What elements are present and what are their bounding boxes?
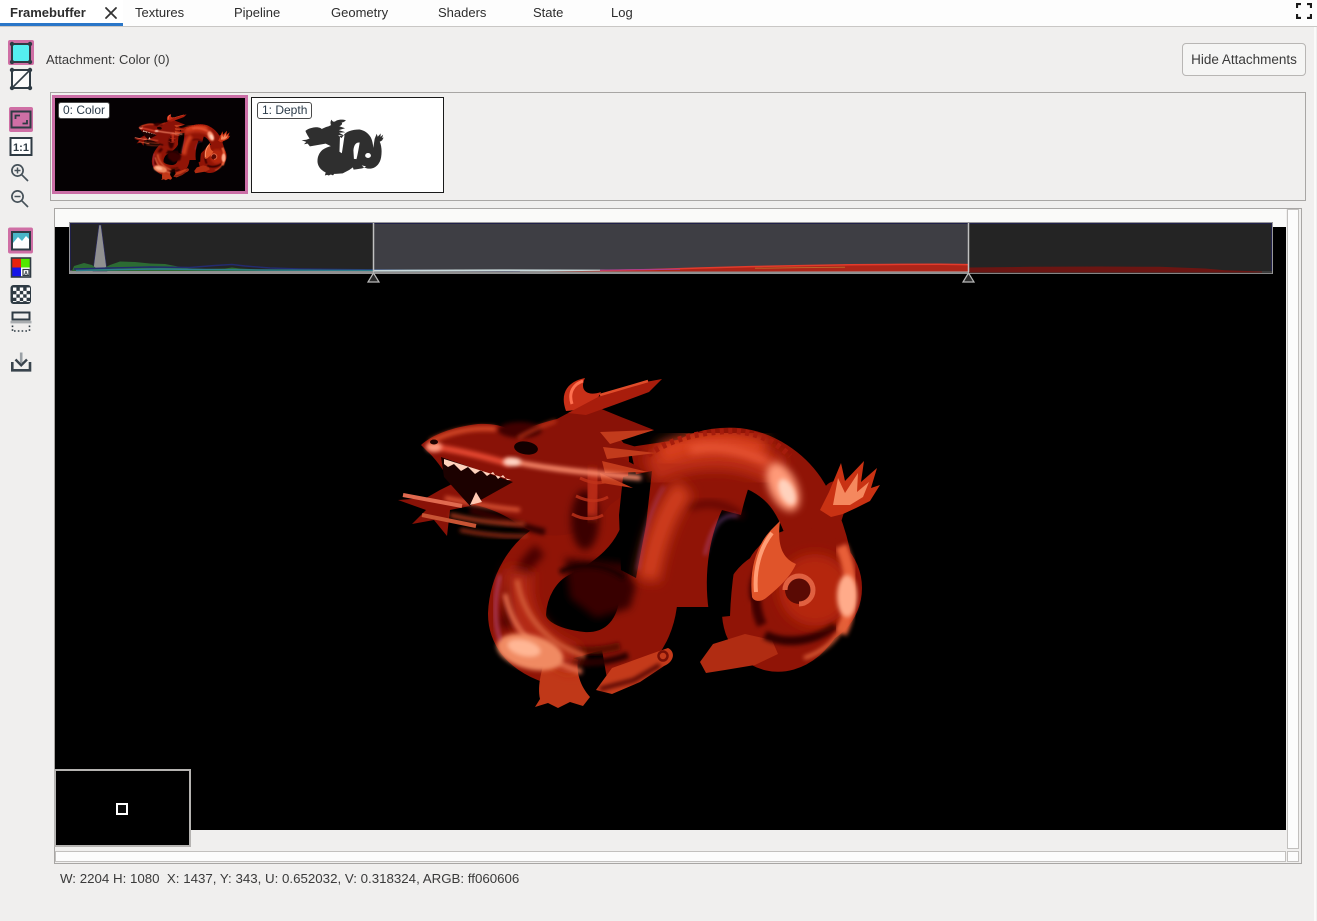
- svg-text:1:1: 1:1: [13, 142, 29, 154]
- svg-text:A: A: [24, 271, 28, 277]
